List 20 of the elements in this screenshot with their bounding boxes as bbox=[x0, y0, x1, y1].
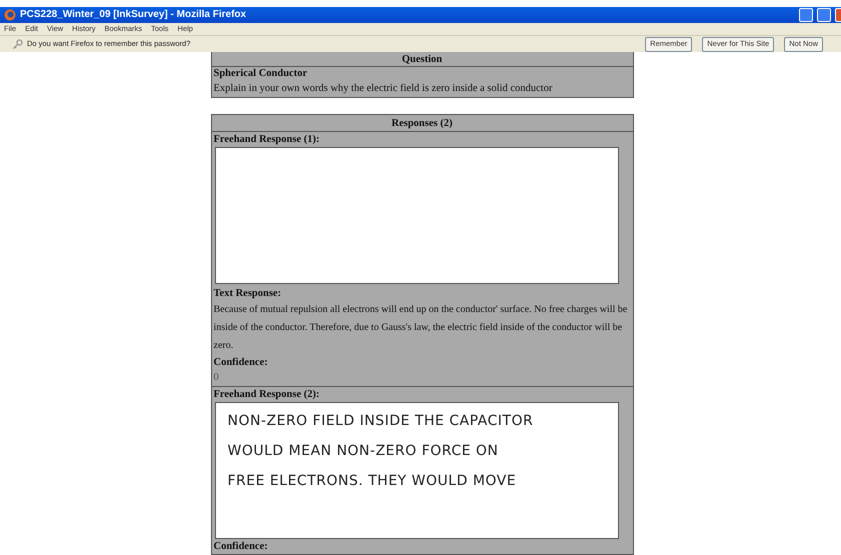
handwriting: NON-ZERO FIELD INSIDE THE CAPACITOR bbox=[228, 412, 534, 431]
minimize-button[interactable] bbox=[799, 8, 813, 22]
close-button[interactable] bbox=[835, 8, 841, 22]
handwriting: WOULD MEAN NON-ZERO FORCE ON bbox=[228, 442, 498, 461]
field-label: Confidence: bbox=[214, 356, 269, 370]
browser-logo-icon bbox=[4, 8, 16, 21]
panel-header: Responses (2) bbox=[212, 115, 632, 132]
text-response: Because of mutual repulsion all electrons will end up on the conductor' surface. No free charges will be inside of the conductor. Therefore, due to Gauss's law, the electric field inside of the conductor will be zero. bbox=[214, 303, 628, 353]
field-label: Freehand Response (1): bbox=[214, 133, 320, 147]
field-label: Confidence: bbox=[214, 540, 269, 554]
question-text: Explain in your own words why the electric field is zero inside a solid conductor bbox=[214, 82, 554, 96]
field-label: Text Response: bbox=[214, 287, 282, 301]
field-label: Freehand Response (2): bbox=[214, 388, 320, 402]
panel-header: Question bbox=[212, 52, 632, 67]
window-title: PCS228_Winter_09 [InkSurvey] - Mozilla Firefox bbox=[20, 8, 246, 22]
restore-button[interactable] bbox=[817, 8, 831, 22]
question-title: Spherical Conductor bbox=[214, 67, 308, 81]
key-icon bbox=[12, 38, 23, 50]
confidence-value: 0 bbox=[214, 371, 220, 385]
handwriting: FREE ELECTRONS. THEY WOULD MOVE bbox=[228, 472, 516, 491]
